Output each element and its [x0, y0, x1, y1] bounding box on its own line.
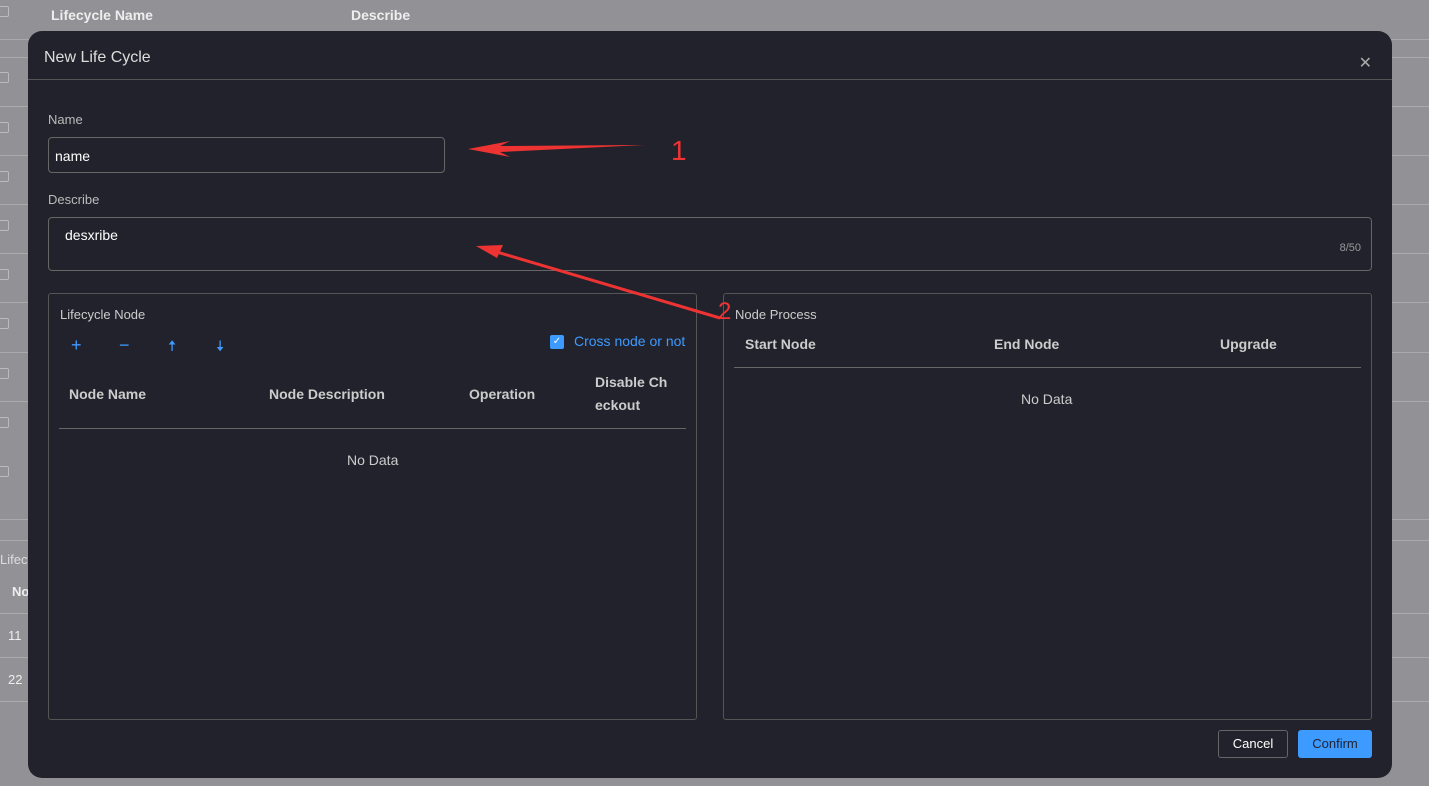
- annotation-arrow: [468, 141, 645, 157]
- annotation-arrow: [489, 248, 721, 320]
- annotation-arrowhead: [476, 245, 503, 258]
- annotation-number: 2: [718, 298, 732, 325]
- annotation-arrows: [468, 141, 721, 320]
- annotation-number: 1: [671, 135, 687, 166]
